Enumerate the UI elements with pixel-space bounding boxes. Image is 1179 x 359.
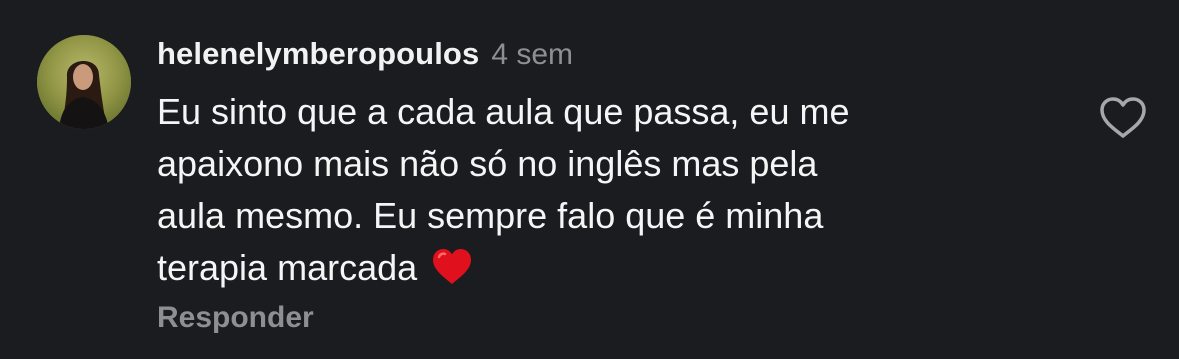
comment-header: helenelymberopoulos 4 sem bbox=[157, 36, 573, 76]
comment-line-last: terapia marcada bbox=[157, 242, 1017, 300]
reply-button[interactable]: Responder bbox=[157, 301, 314, 335]
timestamp: 4 sem bbox=[491, 38, 574, 71]
comment: helenelymberopoulos 4 sem Eu sinto que a… bbox=[0, 0, 1179, 359]
comment-line: Eu sinto que a cada aula que passa, eu m… bbox=[157, 91, 850, 132]
avatar-photo bbox=[37, 35, 131, 129]
avatar[interactable] bbox=[37, 35, 131, 129]
like-button[interactable] bbox=[1098, 96, 1148, 140]
comment-text: Eu sinto que a cada aula que passa, eu m… bbox=[157, 86, 1017, 300]
comment-line: apaixono mais não só no inglês mas pela bbox=[157, 143, 818, 184]
comment-line: aula mesmo. Eu sempre falo que é minha bbox=[157, 195, 824, 236]
heart-outline-icon bbox=[1100, 97, 1146, 138]
red-heart-emoji-icon bbox=[431, 248, 473, 300]
username[interactable]: helenelymberopoulos bbox=[157, 36, 479, 72]
comment-line-text: terapia marcada bbox=[157, 247, 418, 288]
